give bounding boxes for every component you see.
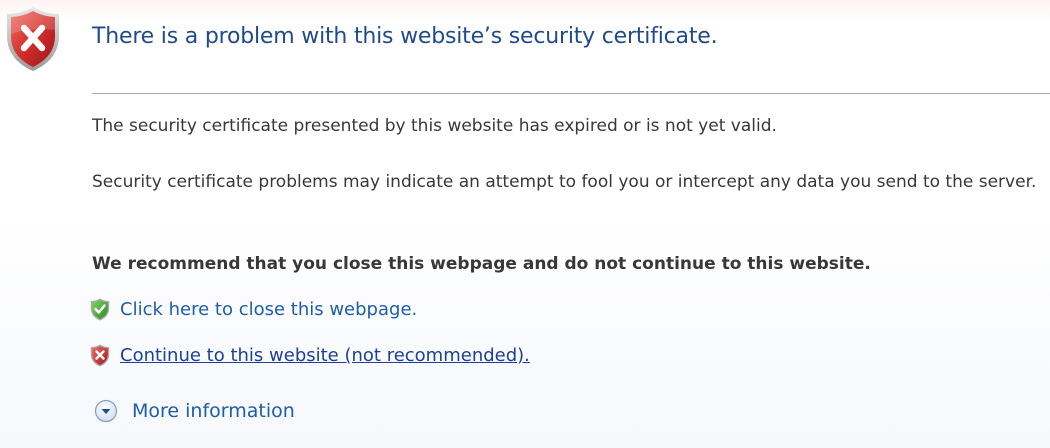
green-check-shield-icon [90,298,110,321]
red-x-shield-icon [90,344,110,367]
close-webpage-link[interactable]: Click here to close this webpage. [90,298,417,321]
page-title: There is a problem with this website’s s… [92,24,718,49]
recommendation-text: We recommend that you close this webpage… [92,254,871,274]
more-information-toggle[interactable]: More information [94,399,295,423]
more-information-label[interactable]: More information [132,400,295,422]
security-warning-text: Security certificate problems may indica… [92,172,1037,192]
chevron-down-circle-icon[interactable] [94,399,118,423]
continue-to-website-label[interactable]: Continue to this website (not recommende… [120,345,530,366]
close-webpage-label[interactable]: Click here to close this webpage. [120,299,417,320]
error-shield-icon [7,7,59,71]
certificate-expired-text: The security certificate presented by th… [92,116,777,136]
continue-to-website-link[interactable]: Continue to this website (not recommende… [90,344,530,367]
divider [92,93,1050,94]
